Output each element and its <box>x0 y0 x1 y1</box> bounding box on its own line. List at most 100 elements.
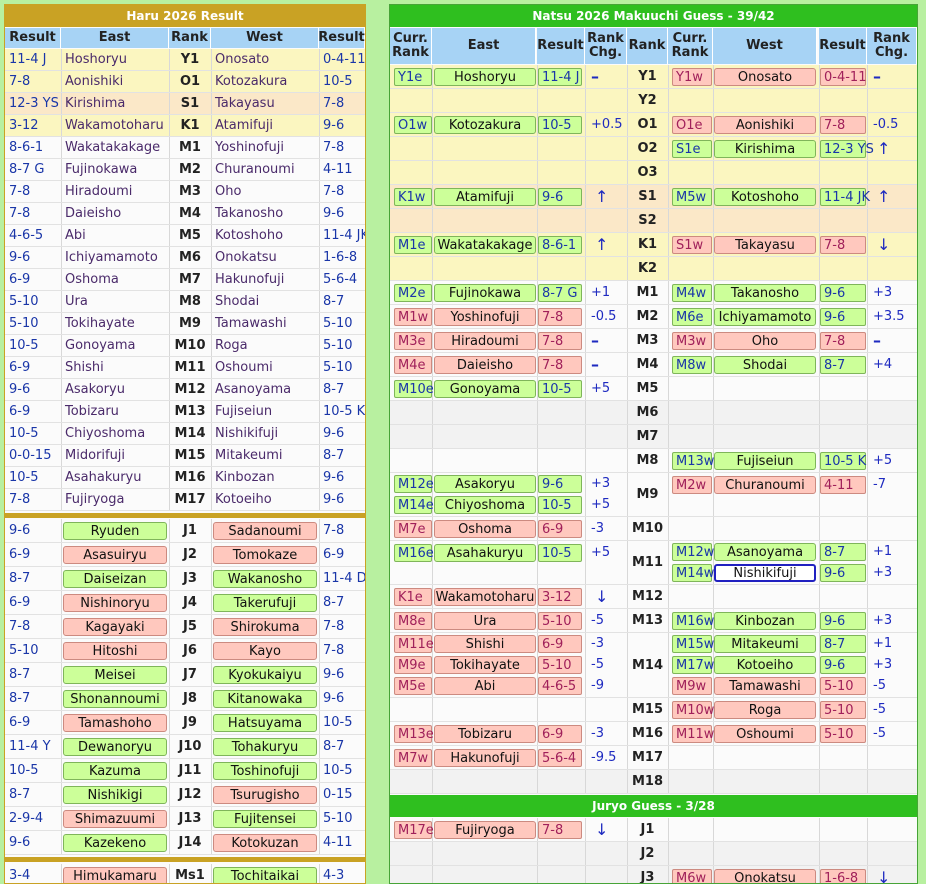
east-rikishi[interactable]: Fujiryoga <box>61 489 169 510</box>
west-rikishi-box[interactable]: Shodai <box>714 356 816 374</box>
west-rikishi[interactable]: Kinbozan <box>211 467 319 488</box>
east-rikishi-box[interactable]: Kazuma <box>63 762 167 780</box>
west-rikishi[interactable]: Churanoumi <box>211 159 319 180</box>
east-rikishi[interactable]: Hiradoumi <box>61 181 169 202</box>
west-rikishi-box[interactable]: Onokatsu <box>714 869 816 883</box>
east-rikishi[interactable]: Kirishima <box>61 93 169 114</box>
east-rikishi-box[interactable]: Dewanoryu <box>63 738 167 756</box>
west-rikishi[interactable]: Yoshinofuji <box>211 137 319 158</box>
east-rikishi-box[interactable]: Hoshoryu <box>434 68 536 86</box>
east-rikishi-box[interactable]: Asasuiryu <box>63 546 167 564</box>
east-rikishi[interactable]: Ichiyamamoto <box>61 247 169 268</box>
west-rikishi-box[interactable]: Wakanosho <box>213 570 317 588</box>
west-rikishi-box[interactable]: Sadanoumi <box>213 522 317 540</box>
east-rikishi-box[interactable]: Fujinokawa <box>434 284 536 302</box>
west-rikishi-box[interactable]: Aonishiki <box>714 116 816 134</box>
east-rikishi-box[interactable]: Nishikigi <box>63 786 167 804</box>
east-rikishi-box[interactable]: Yoshinofuji <box>434 308 536 326</box>
east-rikishi-box[interactable]: Daieisho <box>434 356 536 374</box>
west-rikishi-box[interactable]: Tochitaikai <box>213 867 317 883</box>
east-rikishi-box[interactable]: Shishi <box>434 635 536 653</box>
east-rikishi[interactable]: Oshoma <box>61 269 169 290</box>
west-rikishi[interactable]: Tamawashi <box>211 313 319 334</box>
west-rikishi-box[interactable]: Hatsuyama <box>213 714 317 732</box>
west-rikishi[interactable]: Fujiseiun <box>211 401 319 422</box>
east-rikishi-box[interactable]: Tamashoho <box>63 714 167 732</box>
west-rikishi-box[interactable]: Oshoumi <box>714 725 816 743</box>
west-rikishi-box[interactable]: Asanoyama <box>714 543 816 561</box>
west-rikishi[interactable]: Onosato <box>211 49 319 70</box>
east-rikishi-box[interactable]: Kazekeno <box>63 834 167 852</box>
east-rikishi-box[interactable]: Gonoyama <box>434 380 536 398</box>
east-rikishi[interactable]: Midorifuji <box>61 445 169 466</box>
west-rikishi[interactable]: Roga <box>211 335 319 356</box>
east-rikishi-box[interactable]: Kotozakura <box>434 116 536 134</box>
west-rikishi-box[interactable]: Kirishima <box>714 140 816 158</box>
west-rikishi[interactable]: Atamifuji <box>211 115 319 136</box>
east-rikishi[interactable]: Chiyoshoma <box>61 423 169 444</box>
west-rikishi-box[interactable]: Kotoeiho <box>714 656 816 674</box>
west-rikishi-box[interactable]: Kitanowaka <box>213 690 317 708</box>
east-rikishi[interactable]: Hoshoryu <box>61 49 169 70</box>
east-rikishi-box[interactable]: Shonannoumi <box>63 690 167 708</box>
east-rikishi-box[interactable]: Tokihayate <box>434 656 536 674</box>
east-rikishi-box[interactable]: Daiseizan <box>63 570 167 588</box>
west-rikishi[interactable]: Oho <box>211 181 319 202</box>
east-rikishi-box[interactable]: Fujiryoga <box>434 821 536 839</box>
east-rikishi-box[interactable]: Hiradoumi <box>434 332 536 350</box>
east-rikishi-box[interactable]: Atamifuji <box>434 188 536 206</box>
west-rikishi[interactable]: Hakunofuji <box>211 269 319 290</box>
west-rikishi-box[interactable]: Toshinofuji <box>213 762 317 780</box>
east-rikishi-box[interactable]: Wakamotoharu <box>434 588 536 606</box>
east-rikishi-box[interactable]: Hitoshi <box>63 642 167 660</box>
east-rikishi-box[interactable]: Asahakuryu <box>434 544 536 562</box>
west-rikishi-box[interactable]: Kotokuzan <box>213 834 317 852</box>
west-rikishi[interactable]: Kotozakura <box>211 71 319 92</box>
east-rikishi-box[interactable]: Wakatakakage <box>434 236 536 254</box>
east-rikishi-box[interactable]: Kagayaki <box>63 618 167 636</box>
west-rikishi-box[interactable]: Mitakeumi <box>714 635 816 653</box>
west-rikishi-box[interactable]: Onosato <box>714 68 816 86</box>
east-rikishi[interactable]: Tokihayate <box>61 313 169 334</box>
west-rikishi[interactable]: Asanoyama <box>211 379 319 400</box>
east-rikishi[interactable]: Asakoryu <box>61 379 169 400</box>
west-rikishi[interactable]: Kotoeiho <box>211 489 319 510</box>
west-rikishi-box[interactable]: Ichiyamamoto <box>714 308 816 326</box>
west-rikishi[interactable]: Nishikifuji <box>211 423 319 444</box>
west-rikishi-box[interactable]: Churanoumi <box>714 476 816 494</box>
east-rikishi-box[interactable]: Ryuden <box>63 522 167 540</box>
east-rikishi-box[interactable]: Meisei <box>63 666 167 684</box>
west-rikishi-box[interactable]: Takayasu <box>714 236 816 254</box>
west-rikishi-box[interactable]: Tomokaze <box>213 546 317 564</box>
west-rikishi[interactable]: Kotoshoho <box>211 225 319 246</box>
west-rikishi-box[interactable]: Nishikifuji <box>714 564 816 582</box>
west-rikishi[interactable]: Oshoumi <box>211 357 319 378</box>
west-rikishi-box[interactable]: Takanosho <box>714 284 816 302</box>
west-rikishi-box[interactable]: Fujiseiun <box>714 452 816 470</box>
east-rikishi-box[interactable]: Abi <box>434 677 536 695</box>
west-rikishi[interactable]: Onokatsu <box>211 247 319 268</box>
east-rikishi[interactable]: Daieisho <box>61 203 169 224</box>
west-rikishi-box[interactable]: Kinbozan <box>714 612 816 630</box>
east-rikishi[interactable]: Shishi <box>61 357 169 378</box>
east-rikishi-box[interactable]: Himukamaru <box>63 867 167 883</box>
east-rikishi-box[interactable]: Oshoma <box>434 520 536 538</box>
east-rikishi[interactable]: Aonishiki <box>61 71 169 92</box>
west-rikishi-box[interactable]: Kayo <box>213 642 317 660</box>
west-rikishi-box[interactable]: Tamawashi <box>714 677 816 695</box>
west-rikishi[interactable]: Takanosho <box>211 203 319 224</box>
west-rikishi[interactable]: Shodai <box>211 291 319 312</box>
east-rikishi[interactable]: Wakamotoharu <box>61 115 169 136</box>
west-rikishi-box[interactable]: Oho <box>714 332 816 350</box>
east-rikishi[interactable]: Asahakuryu <box>61 467 169 488</box>
west-rikishi-box[interactable]: Shirokuma <box>213 618 317 636</box>
east-rikishi[interactable]: Abi <box>61 225 169 246</box>
east-rikishi-box[interactable]: Shimazuumi <box>63 810 167 828</box>
west-rikishi[interactable]: Mitakeumi <box>211 445 319 466</box>
west-rikishi[interactable]: Takayasu <box>211 93 319 114</box>
west-rikishi-box[interactable]: Tohakuryu <box>213 738 317 756</box>
east-rikishi-box[interactable]: Nishinoryu <box>63 594 167 612</box>
east-rikishi[interactable]: Wakatakakage <box>61 137 169 158</box>
east-rikishi-box[interactable]: Hakunofuji <box>434 749 536 767</box>
east-rikishi-box[interactable]: Chiyoshoma <box>434 496 536 514</box>
